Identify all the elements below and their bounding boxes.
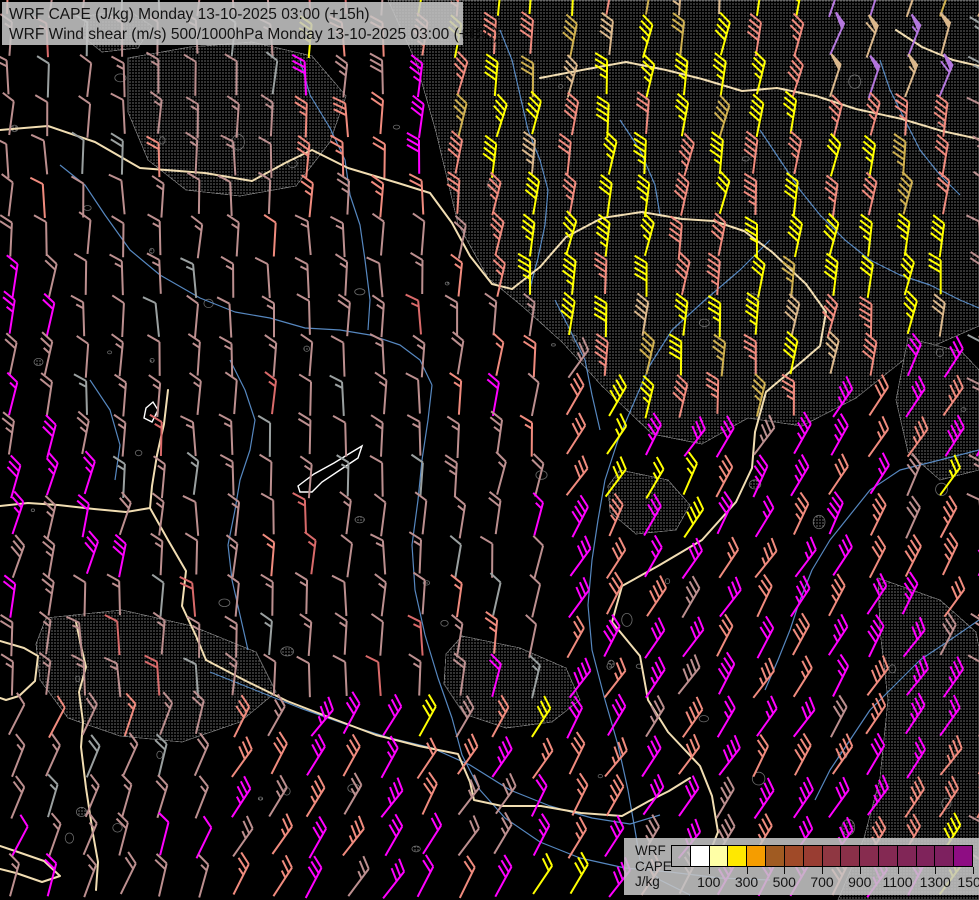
cape-scale-tick-label: 1100 (882, 874, 913, 890)
contour-blob (257, 796, 264, 801)
cape-scale-cell (822, 846, 842, 866)
cape-scale-cell (747, 846, 767, 866)
cape-scale-tick (784, 867, 786, 874)
contour-blob (812, 514, 826, 530)
cape-scale-tick-label: 1500 (957, 874, 979, 890)
cape-scale-tick (746, 867, 748, 874)
contour-blob (149, 357, 155, 363)
contour-blob (606, 663, 613, 670)
contour-blob (888, 664, 897, 674)
cape-scale-cell (672, 846, 691, 866)
title-windshear-line: WRF Wind shear (m/s) 500/1000hPa Monday … (9, 25, 499, 43)
cape-scale-cell (916, 846, 936, 866)
legend-label-model: WRF (635, 843, 666, 858)
cape-scale-cell (897, 846, 917, 866)
cape-scale-tick-label: 300 (734, 874, 759, 890)
cape-scale-tick (897, 867, 899, 874)
cape-scale-tick (822, 867, 823, 874)
legend-label-units: J/kg (635, 874, 660, 889)
contour-blob (76, 806, 88, 817)
contour-blob (741, 156, 750, 162)
cape-scale-tick-label: 500 (772, 874, 796, 890)
wrf-cape-shear-map (0, 0, 979, 900)
contour-blob (444, 281, 450, 286)
title-cape-line: WRF CAPE (J/kg) Monday 13-10-2025 03:00 … (9, 6, 370, 23)
map-title-overlay: WRF CAPE (J/kg) Monday 13-10-2025 03:00 … (2, 2, 499, 45)
cape-scale-tick (708, 867, 710, 874)
contour-blob (411, 845, 421, 853)
cape-scale-tick (973, 867, 974, 874)
cape-scale-cell (690, 846, 710, 866)
contour-blob (303, 345, 311, 352)
contour-blob (935, 348, 944, 357)
cape-scale-tick (859, 867, 861, 874)
cape-scale-tick-label: 1300 (919, 874, 951, 890)
contour-blob (33, 357, 44, 366)
contour-blob (280, 646, 295, 657)
cape-scale-tick-label: 100 (697, 874, 721, 890)
cape-scale-cell (766, 846, 785, 866)
cape-scale-cell (709, 846, 729, 866)
cape-scale-tick (935, 867, 937, 874)
cape-legend-label: WRF CAPE J/kg (635, 843, 672, 890)
cape-scale-cell (954, 846, 972, 866)
contour-blob (149, 247, 155, 254)
cape-scale-cell (803, 846, 823, 866)
contour-blob (158, 136, 166, 145)
cape-scale-cell (935, 846, 955, 866)
cape-scale-cell (841, 846, 861, 866)
cape-legend: WRF CAPE J/kg 100 300 500 700 900 1100 1300 150… (624, 838, 979, 895)
cape-colorbar (671, 845, 973, 867)
weather-map-stage: WRF CAPE (J/kg) Monday 13-10-2025 03:00 … (0, 0, 979, 900)
cape-scale-cell (860, 846, 879, 866)
legend-label-variable: CAPE (635, 858, 672, 874)
cape-scale-cell (728, 846, 748, 866)
contour-blob (698, 318, 710, 328)
contour-blob (75, 675, 81, 682)
cape-scale-cell (878, 846, 898, 866)
cape-scale-tick-label: 900 (848, 874, 872, 890)
cape-scale-cell (784, 846, 804, 866)
cape-scale-tick-label: 700 (810, 874, 834, 890)
contour-blob (354, 516, 365, 524)
